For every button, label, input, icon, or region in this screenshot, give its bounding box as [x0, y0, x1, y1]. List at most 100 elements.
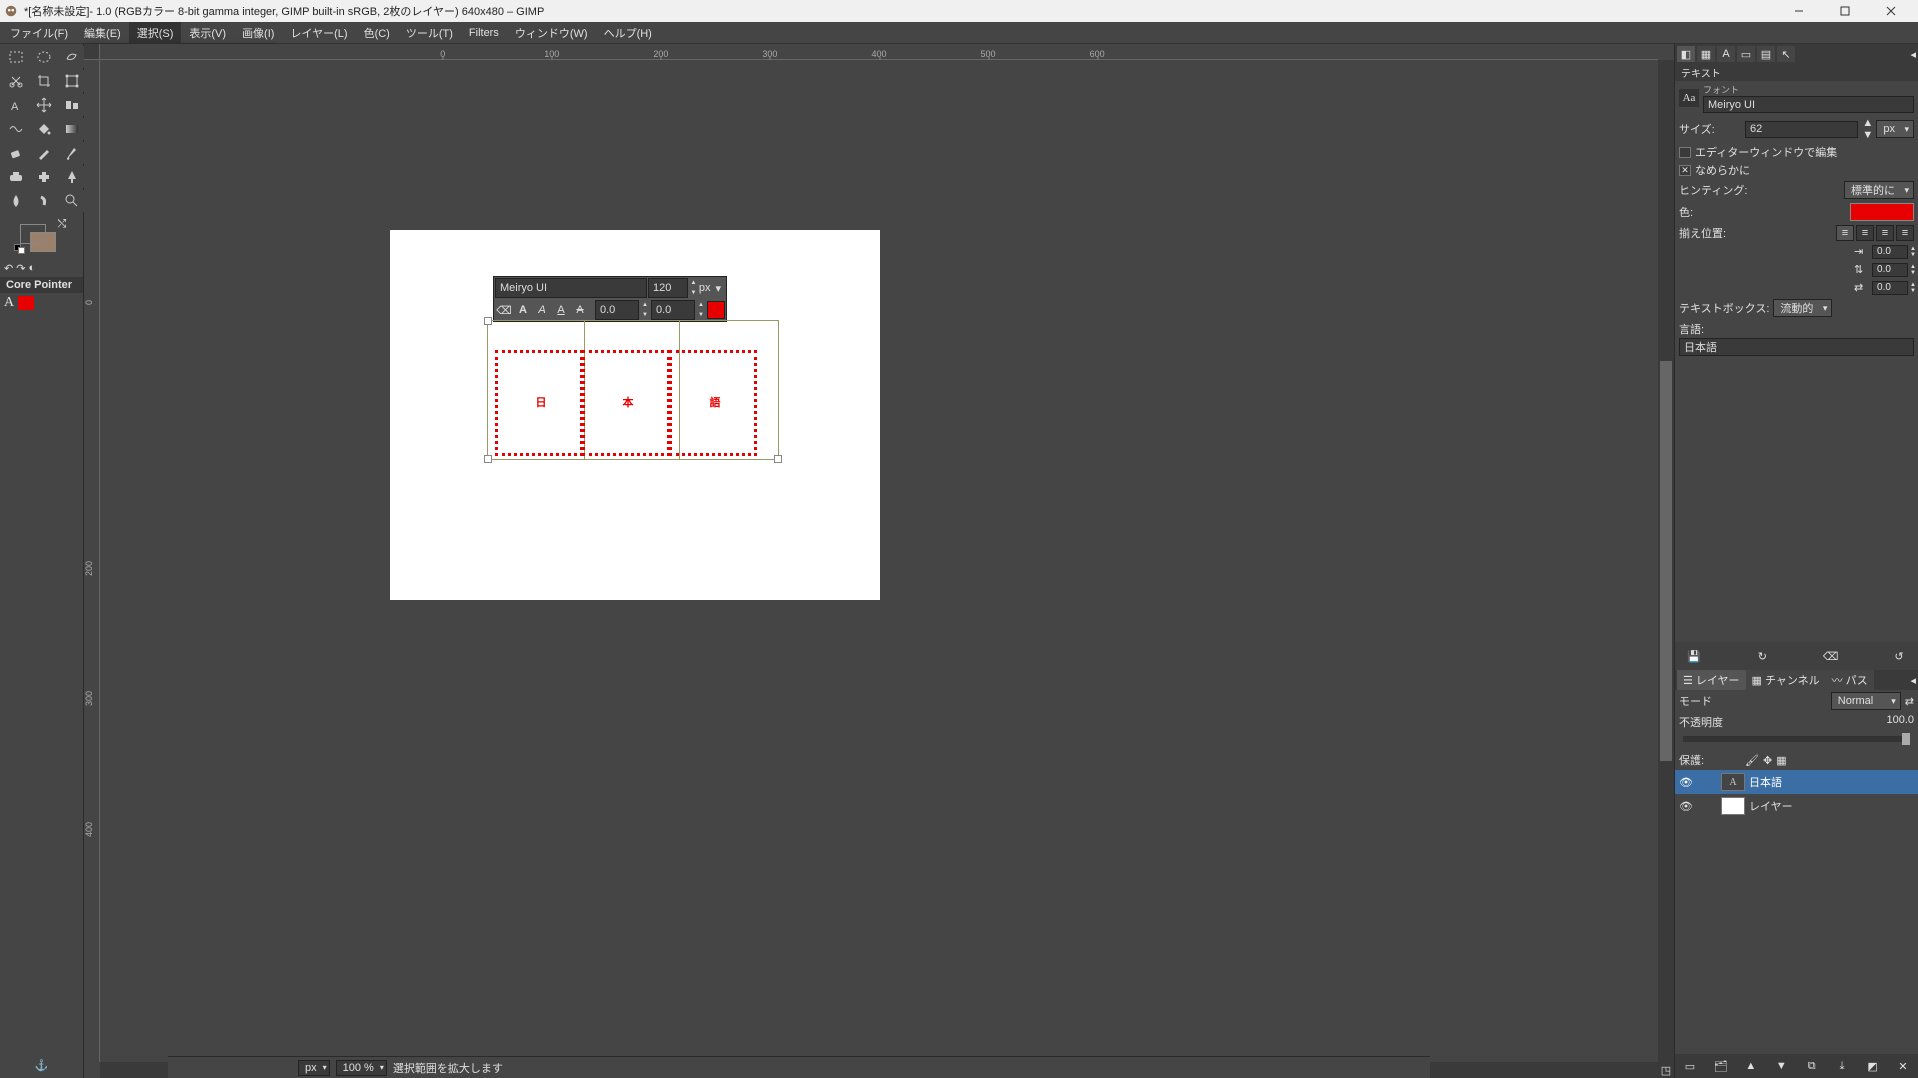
fg-color-swatch[interactable]	[20, 224, 46, 244]
redo-icon[interactable]: ↷	[16, 262, 25, 275]
bold-icon[interactable]: A	[514, 301, 532, 319]
justify-center-icon[interactable]: ≡	[1876, 225, 1894, 241]
duplicate-layer-icon[interactable]: ⧉	[1803, 1058, 1821, 1074]
chevron-down-icon[interactable]: ▾	[711, 282, 725, 295]
justify-left-icon[interactable]: ≡	[1836, 225, 1854, 241]
tool-move[interactable]	[31, 94, 57, 116]
maximize-button[interactable]	[1822, 0, 1868, 22]
menu-help[interactable]: ヘルプ(H)	[596, 22, 660, 44]
delete-layer-icon[interactable]: ✕	[1894, 1058, 1912, 1074]
use-editor-row[interactable]: エディターウィンドウで編集	[1675, 143, 1918, 161]
italic-icon[interactable]: A	[533, 301, 551, 319]
menu-select[interactable]: 選択(S)	[129, 22, 182, 44]
dock-tab-menu-icon[interactable]: ◂	[1910, 48, 1916, 61]
menu-layer[interactable]: レイヤー(L)	[282, 22, 355, 44]
tool-heal[interactable]	[31, 166, 57, 188]
tool-rect-select[interactable]	[3, 46, 29, 68]
menu-colors[interactable]: 色(C)	[356, 22, 398, 44]
tool-align[interactable]	[59, 94, 85, 116]
lock-pixels-icon[interactable]: 🖌	[1745, 754, 1759, 767]
text-popup-kerning[interactable]: 0.0	[651, 300, 695, 320]
menu-file[interactable]: ファイル(F)	[2, 22, 76, 44]
mode-swap-icon[interactable]: ⇄	[1905, 695, 1914, 708]
size-input[interactable]: 62	[1745, 121, 1858, 138]
baseline-stepper[interactable]: ▲▼	[640, 300, 650, 320]
tool-transform[interactable]	[59, 70, 85, 92]
text-color-swatch[interactable]	[1850, 203, 1914, 221]
anchor-icon[interactable]: ⚓	[0, 1053, 83, 1078]
font-name-input[interactable]: Meiryo UI	[1703, 96, 1914, 113]
tool-ink[interactable]	[59, 166, 85, 188]
statusbar-zoom-select[interactable]: 100 %	[336, 1060, 387, 1076]
use-editor-checkbox[interactable]	[1679, 147, 1691, 158]
size-stepper[interactable]: ▲▼	[1862, 117, 1872, 141]
justify-fill-icon[interactable]: ≡	[1896, 225, 1914, 241]
close-button[interactable]	[1868, 0, 1914, 22]
indent-input[interactable]: 0.0	[1872, 245, 1908, 259]
minimize-button[interactable]	[1776, 0, 1822, 22]
nav-preview-icon[interactable]: ◳	[1658, 1062, 1674, 1078]
lock-alpha-icon[interactable]: ▦	[1776, 754, 1786, 767]
tool-warp[interactable]	[3, 118, 29, 140]
statusbar-unit-select[interactable]: px	[298, 1060, 330, 1076]
textbox-handle-br[interactable]	[774, 455, 782, 463]
underline-icon[interactable]: A	[552, 301, 570, 319]
swap-colors-icon[interactable]: ⤭	[58, 218, 67, 231]
tool-free-select[interactable]	[59, 46, 85, 68]
textbox-mode-select[interactable]: 流動的	[1773, 299, 1832, 317]
text-popup-size-input[interactable]: 120	[648, 278, 688, 298]
color-fgbg[interactable]: ⤭	[14, 218, 70, 258]
text-popup-font-input[interactable]	[495, 278, 647, 298]
raise-layer-icon[interactable]: ▲	[1742, 1058, 1760, 1074]
visibility-eye-icon[interactable]: 👁	[1677, 773, 1695, 791]
canvas-viewport[interactable]: 120 ▲▼ px ▾ ⌫ A A A A 0.0 ▲▼ 0.0 ▲▼	[100, 60, 1658, 1062]
reset-icon[interactable]: ↺	[1890, 648, 1908, 664]
tool-gradient[interactable]	[59, 118, 85, 140]
mask-icon[interactable]: ◩	[1864, 1058, 1882, 1074]
opacity-slider[interactable]	[1683, 736, 1910, 742]
stepper[interactable]: ▲▼	[1910, 246, 1916, 258]
tool-pencil[interactable]	[31, 142, 57, 164]
kerning-stepper[interactable]: ▲▼	[696, 300, 706, 320]
tool-smudge[interactable]	[31, 190, 57, 212]
tab-layers[interactable]: ☰レイヤー	[1677, 670, 1746, 690]
dock-tab-menu-icon[interactable]: ◂	[1910, 674, 1916, 687]
dock-tab-palettes[interactable]: ▤	[1757, 46, 1775, 62]
tool-ellipse-select[interactable]	[31, 46, 57, 68]
dock-tab-brushes[interactable]: ◧	[1677, 46, 1695, 62]
dock-tab-gradients[interactable]: ▭	[1737, 46, 1755, 62]
text-popup-color[interactable]	[707, 301, 725, 319]
layer-row-bg[interactable]: 👁 レイヤー	[1675, 794, 1918, 818]
menu-filters[interactable]: Filters	[461, 24, 507, 42]
tool-bucket[interactable]	[31, 118, 57, 140]
language-input[interactable]: 日本語	[1679, 338, 1914, 356]
new-group-icon[interactable]: 🗂	[1711, 1058, 1729, 1074]
antialias-checkbox[interactable]: ✕	[1679, 165, 1691, 176]
menu-tools[interactable]: ツール(T)	[398, 22, 461, 44]
tool-eraser[interactable]	[3, 142, 29, 164]
stepper[interactable]: ▲▼	[1910, 264, 1916, 276]
tool-crop[interactable]	[31, 70, 57, 92]
font-size-stepper[interactable]: ▲▼	[689, 278, 698, 298]
tab-channels[interactable]: ▦チャンネル	[1746, 670, 1826, 690]
line-spacing-input[interactable]: 0.0	[1872, 263, 1908, 277]
tool-blur[interactable]	[3, 190, 29, 212]
font-aa-icon[interactable]: Aa	[1679, 89, 1699, 107]
layer-row-text[interactable]: 👁 A 日本語	[1675, 770, 1918, 794]
undo-icon[interactable]: ↶	[4, 262, 13, 275]
menu-edit[interactable]: 編集(E)	[76, 22, 129, 44]
web-icon[interactable]: ◐	[28, 262, 35, 275]
textbox-handle-tl[interactable]	[484, 317, 492, 325]
antialias-row[interactable]: ✕ なめらかに	[1675, 161, 1918, 179]
stepper[interactable]: ▲▼	[1910, 282, 1916, 294]
tool-scissors[interactable]	[3, 70, 29, 92]
save-icon[interactable]: 💾	[1685, 648, 1703, 664]
hinting-select[interactable]: 標準的に	[1844, 181, 1914, 199]
clear-style-icon[interactable]: ⌫	[495, 301, 513, 319]
blend-mode-select[interactable]: Normal	[1831, 692, 1901, 710]
textbox-handle-bl[interactable]	[484, 455, 492, 463]
tool-brush[interactable]	[59, 142, 85, 164]
strike-icon[interactable]: A	[571, 301, 589, 319]
visibility-eye-icon[interactable]: 👁	[1677, 797, 1695, 815]
new-layer-icon[interactable]: ▭	[1681, 1058, 1699, 1074]
